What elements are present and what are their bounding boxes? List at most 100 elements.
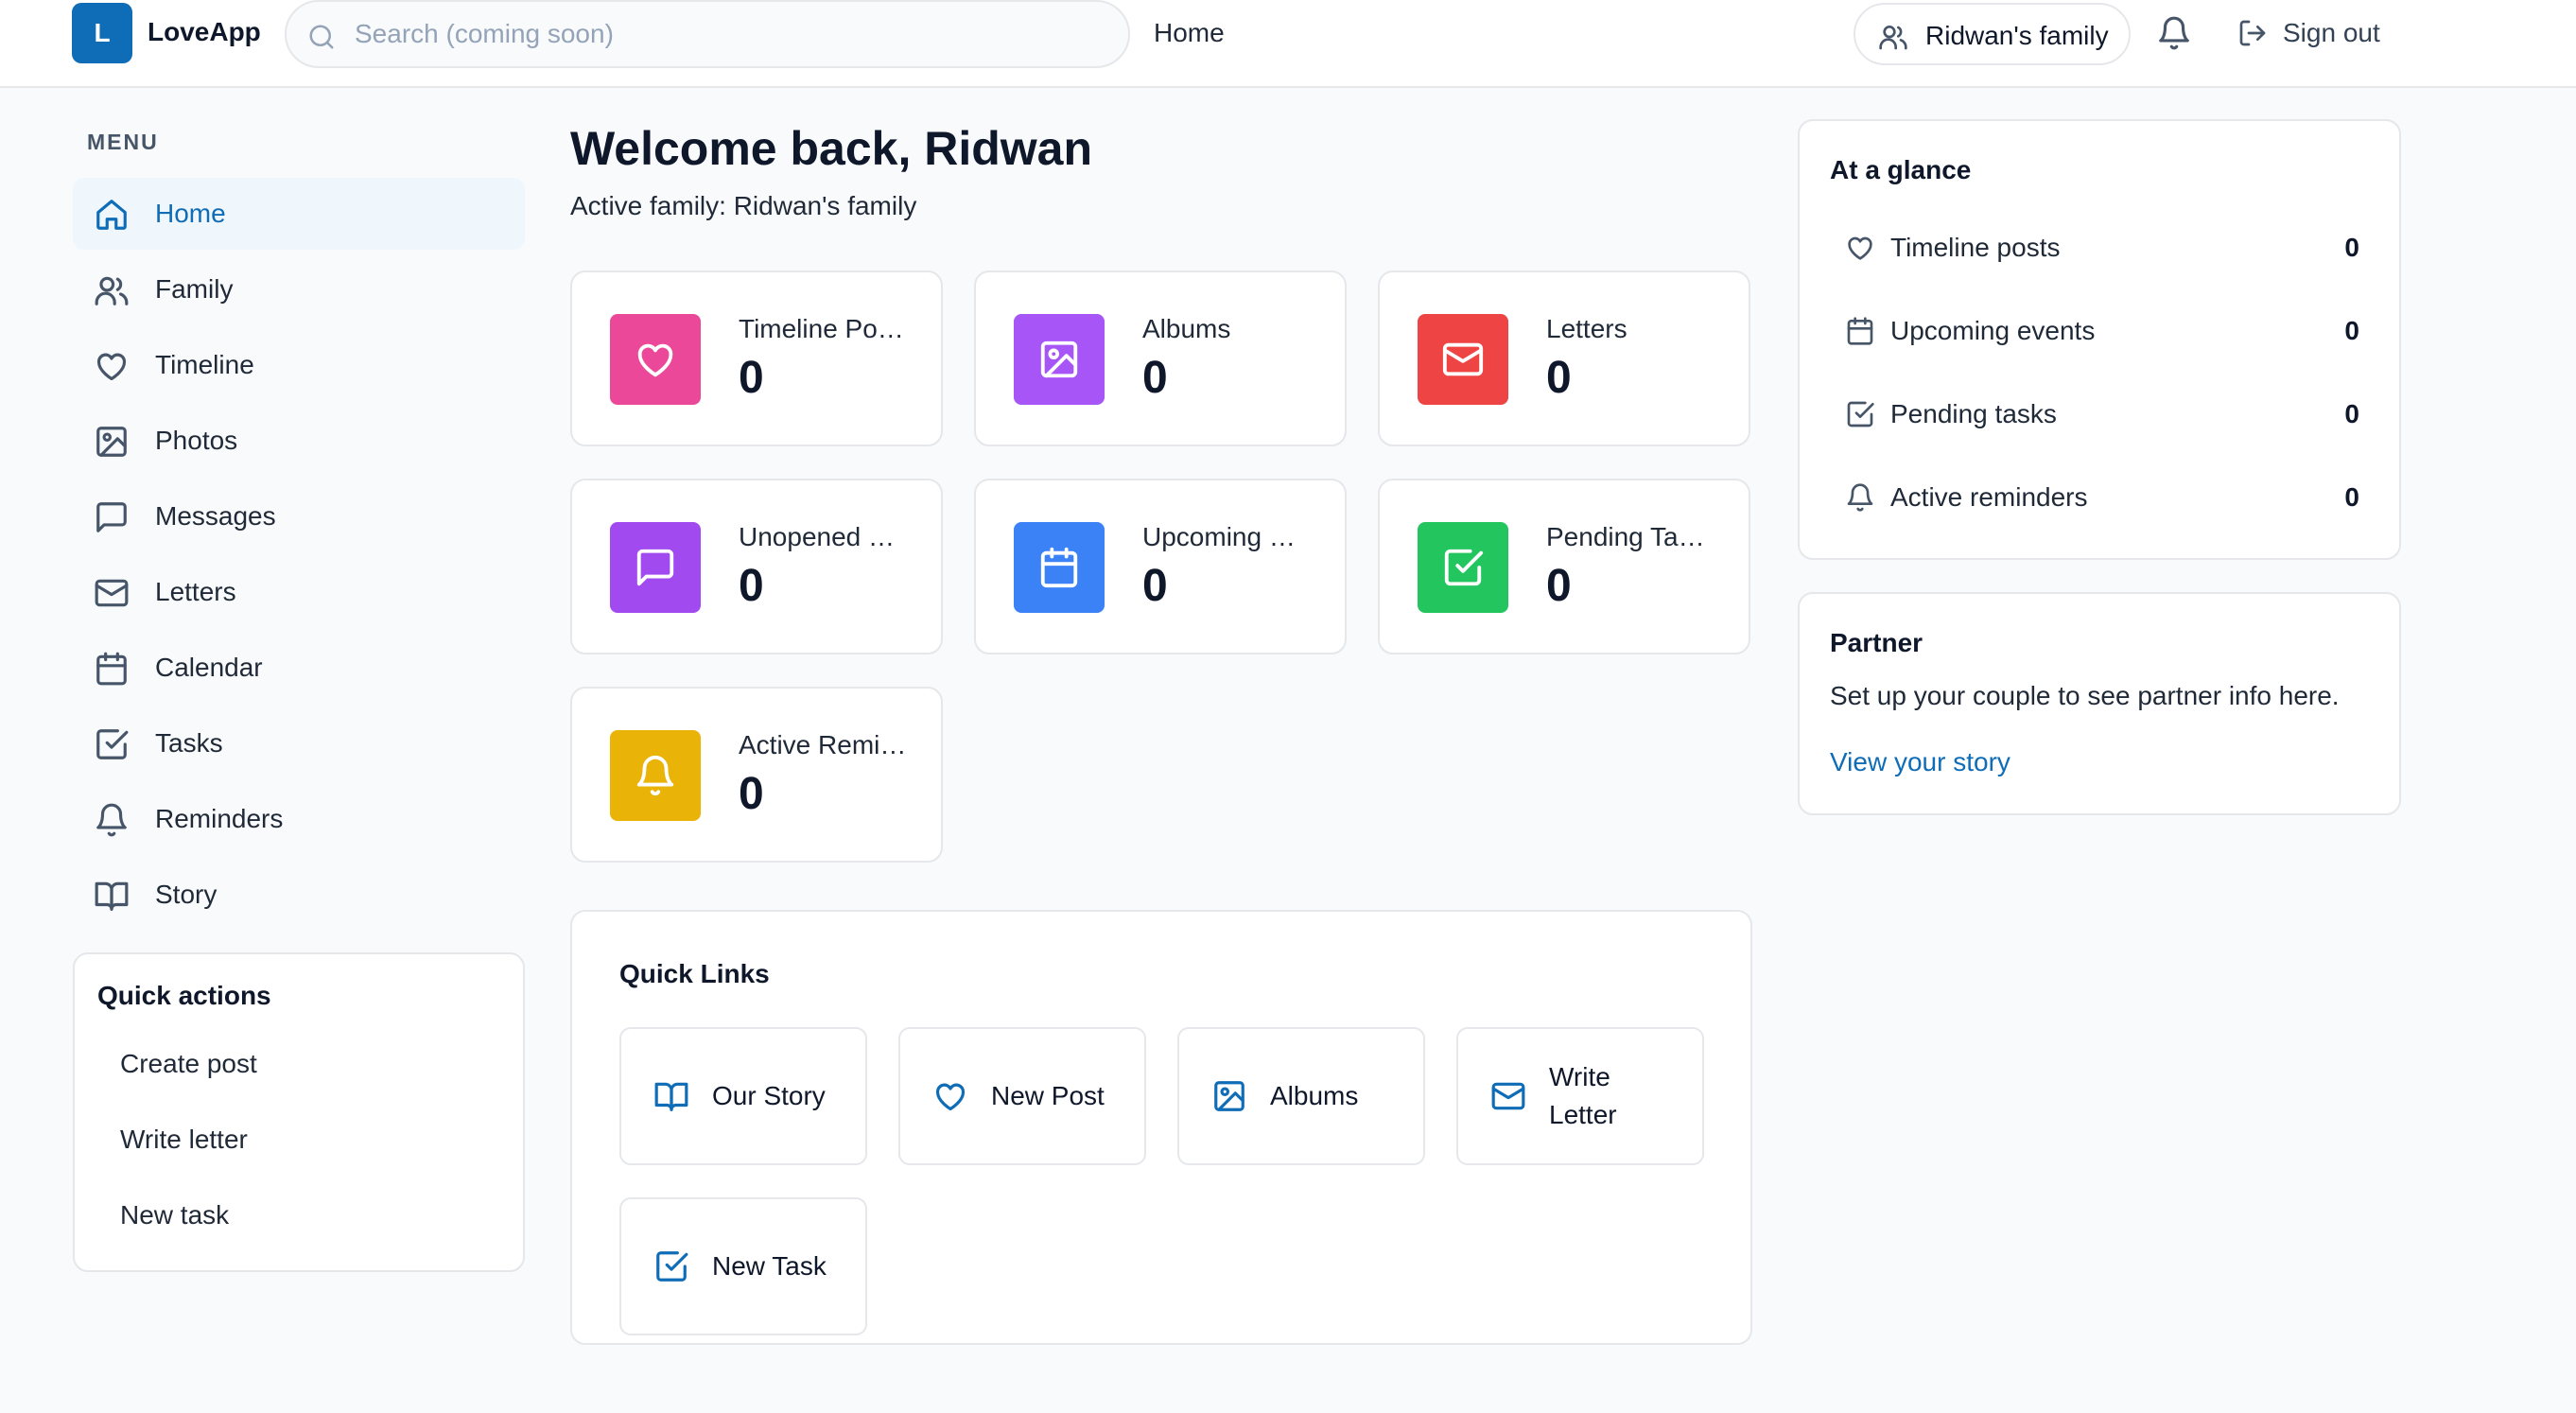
search-icon (307, 23, 336, 51)
page-title: Welcome back, Ridwan (570, 122, 1093, 175)
stat-card-timeline-posts[interactable]: Timeline Posts 0 (570, 270, 943, 446)
glance-row-pending-tasks: Pending tasks 0 (1830, 390, 2367, 437)
quick-action-write-letter[interactable]: Write letter (120, 1125, 248, 1155)
sidebar-item-home[interactable]: Home (73, 178, 525, 250)
quick-action-create-post[interactable]: Create post (120, 1049, 257, 1079)
at-a-glance-panel: At a glance Timeline posts 0 Upcoming ev… (1798, 119, 2401, 560)
glance-row-upcoming-events: Upcoming events 0 (1830, 306, 2367, 354)
sidebar-item-label: Calendar (155, 653, 263, 682)
sidebar-nav: Home Family Timeline Photos Messages Let… (73, 178, 525, 934)
heart-icon (634, 338, 677, 381)
check-square-icon (94, 726, 130, 762)
quick-link-label: New Task (712, 1251, 827, 1281)
sidebar-item-calendar[interactable]: Calendar (73, 632, 525, 704)
app-logo[interactable]: L (72, 3, 132, 63)
quick-link-albums[interactable]: Albums (1177, 1027, 1425, 1165)
check-square-icon (1441, 546, 1485, 589)
heart-icon (94, 348, 130, 384)
quick-links-title: Quick Links (619, 959, 770, 988)
stat-card-albums[interactable]: Albums 0 (974, 270, 1347, 446)
active-family-text: Active family: Ridwan's family (570, 191, 917, 220)
glance-value: 0 (2344, 482, 2359, 512)
glance-label: Timeline posts (1890, 233, 2061, 262)
partner-panel: Partner Set up your couple to see partne… (1798, 592, 2401, 815)
image-icon (1037, 338, 1081, 381)
glance-label: Pending tasks (1890, 399, 2057, 428)
sidebar-item-label: Home (155, 199, 226, 228)
book-icon (653, 1078, 689, 1114)
quick-link-label: Write Letter (1549, 1062, 1617, 1129)
stat-card-upcoming-events[interactable]: Upcoming Events 0 (974, 479, 1347, 654)
stat-tile (1418, 314, 1508, 405)
quick-actions-panel: Quick actions Create post Write letter N… (73, 952, 525, 1272)
stat-card-unopened-messages[interactable]: Unopened Messages 0 (570, 479, 943, 654)
quick-link-label: Albums (1270, 1081, 1359, 1110)
calendar-icon (1845, 316, 1875, 346)
quick-action-new-task[interactable]: New task (120, 1200, 229, 1230)
image-icon (94, 424, 130, 460)
quick-link-write-letter[interactable]: Write Letter (1456, 1027, 1704, 1165)
family-switcher-button[interactable]: Ridwan's family (1854, 3, 2131, 65)
sidebar-item-timeline[interactable]: Timeline (73, 329, 525, 401)
quick-link-label: New Post (991, 1081, 1105, 1110)
quick-link-our-story[interactable]: Our Story (619, 1027, 867, 1165)
stat-card-active-reminders[interactable]: Active Reminders 0 (570, 687, 943, 863)
at-a-glance-title: At a glance (1830, 155, 1972, 184)
stat-tile (610, 522, 701, 613)
glance-value: 0 (2344, 233, 2359, 262)
glance-label: Upcoming events (1890, 316, 2096, 345)
sidebar-item-letters[interactable]: Letters (73, 556, 525, 628)
stat-label: Unopened Messages (739, 522, 909, 551)
quick-link-new-task[interactable]: New Task (619, 1197, 867, 1335)
stat-label: Pending Tasks (1546, 522, 1716, 551)
sidebar-item-story[interactable]: Story (73, 859, 525, 931)
sidebar-item-label: Messages (155, 501, 276, 531)
sidebar-item-family[interactable]: Family (73, 253, 525, 325)
top-nav-home-link[interactable]: Home (1154, 18, 1225, 48)
heart-icon (1845, 233, 1875, 263)
quick-link-label: Our Story (712, 1081, 826, 1110)
view-your-story-link[interactable]: View your story (1830, 747, 2010, 777)
sidebar-item-label: Timeline (155, 350, 254, 379)
book-icon (94, 878, 130, 914)
bell-icon (634, 754, 677, 797)
sidebar-item-label: Story (155, 880, 218, 909)
stat-label: Letters (1546, 314, 1627, 343)
stat-tile (1014, 522, 1105, 613)
family-switcher-label: Ridwan's family (1925, 21, 2109, 50)
stat-tile (1418, 522, 1508, 613)
check-square-icon (653, 1248, 689, 1284)
stat-label: Albums (1142, 314, 1231, 343)
search-bar (285, 0, 1130, 68)
sidebar-item-label: Tasks (155, 728, 223, 758)
sidebar-item-label: Photos (155, 426, 238, 455)
notifications-bell-icon[interactable] (2156, 15, 2192, 51)
app-name[interactable]: LoveApp (148, 17, 261, 47)
search-input[interactable] (355, 15, 1092, 53)
stat-label: Upcoming Events (1142, 522, 1313, 551)
bell-icon (94, 802, 130, 838)
stat-card-letters[interactable]: Letters 0 (1378, 270, 1750, 446)
stat-label: Active Reminders (739, 730, 909, 759)
sign-out-button[interactable]: Sign out (2237, 18, 2380, 48)
stat-value: 0 (739, 353, 764, 403)
quick-link-new-post[interactable]: New Post (898, 1027, 1146, 1165)
stat-tile (610, 730, 701, 821)
stat-value: 0 (1142, 353, 1168, 403)
glance-value: 0 (2344, 316, 2359, 345)
glance-row-active-reminders: Active reminders 0 (1830, 473, 2367, 520)
stat-value: 0 (739, 769, 764, 819)
sidebar-item-photos[interactable]: Photos (73, 405, 525, 477)
stat-tile (1014, 314, 1105, 405)
glance-label: Active reminders (1890, 482, 2088, 512)
quick-actions-title: Quick actions (97, 981, 271, 1010)
sidebar-item-reminders[interactable]: Reminders (73, 783, 525, 855)
message-icon (94, 499, 130, 535)
stat-value: 0 (1546, 561, 1572, 611)
sidebar-item-messages[interactable]: Messages (73, 480, 525, 552)
stat-card-pending-tasks[interactable]: Pending Tasks 0 (1378, 479, 1750, 654)
stat-label: Timeline Posts (739, 314, 909, 343)
menu-heading: MENU (87, 130, 159, 154)
stat-value: 0 (1546, 353, 1572, 403)
sidebar-item-tasks[interactable]: Tasks (73, 707, 525, 779)
